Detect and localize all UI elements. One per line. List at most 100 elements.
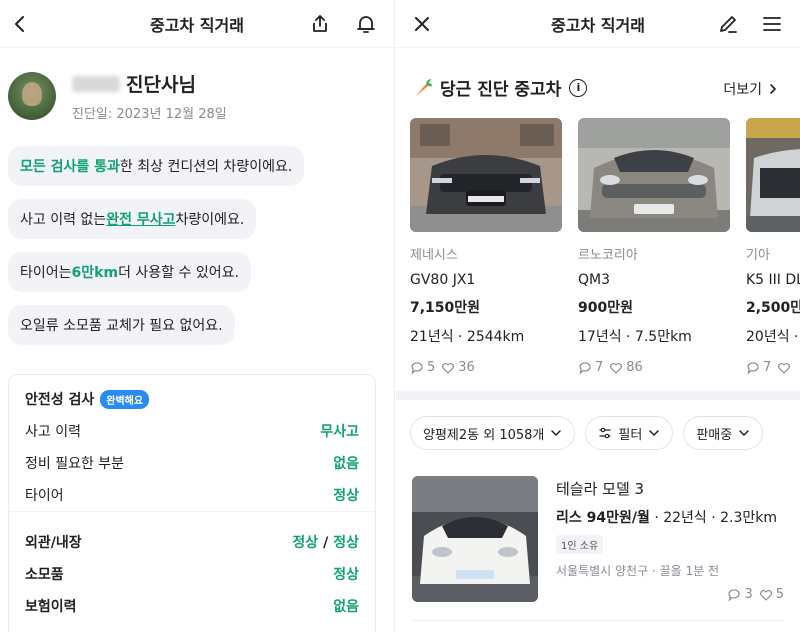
chevron-right-icon <box>770 84 776 94</box>
bubble-text: 한 최상 컨디션의 차량이에요. <box>119 159 293 175</box>
inspection-row: 타이어 정상 <box>25 484 359 506</box>
summary-bubble: 타이어는 6만km 더 사용할 수 있어요. <box>8 252 251 292</box>
row-value: 정상 <box>333 535 359 551</box>
divider <box>412 620 784 621</box>
chip-label: 양평제2동 외 1058개 <box>423 427 545 443</box>
car-brand: 르노코리아 <box>578 248 638 263</box>
car-stats: 7 86 <box>578 360 730 375</box>
close-icon[interactable] <box>408 10 436 38</box>
inspection-row: 외관/내장 정상 / 정상 <box>25 531 359 553</box>
row-value: 정상 <box>333 488 359 504</box>
menu-icon[interactable] <box>758 10 786 38</box>
car-price: 2,500만원 <box>746 300 800 316</box>
car-model: K5 III DL3 <box>746 272 800 288</box>
car-photo <box>410 118 562 232</box>
car-price: 7,150만원 <box>410 300 481 316</box>
car-brand: 기아 <box>746 248 770 263</box>
owner-tag: 1인 소유 <box>556 535 604 554</box>
summary-bubble: 모든 검사를 통과 한 최상 컨디션의 차량이에요. <box>8 146 305 186</box>
car-card[interactable]: 르노코리아 QM3 900만원 17년식 · 7.5만km 7 86 <box>578 118 730 375</box>
location-filter-chip[interactable]: 양평제2동 외 1058개 <box>410 416 576 450</box>
bell-icon[interactable] <box>352 10 380 38</box>
section-divider <box>396 391 800 400</box>
row-label: 사고 이력 <box>25 424 81 440</box>
right-header: 중고차 직거래 <box>396 0 800 48</box>
car-stats: 7 <box>746 360 800 375</box>
sliders-icon <box>599 427 612 439</box>
row-separator: / <box>323 535 329 551</box>
info-icon[interactable]: i <box>569 78 588 97</box>
list-item[interactable]: 테슬라 모델 3 리스 94만원/월 · 22년식 · 2.3만km 1인 소유… <box>412 476 800 606</box>
chip-label: 필터 <box>618 427 643 443</box>
bubble-highlight: 모든 검사를 통과 <box>20 159 120 175</box>
car-model: GV80 JX1 <box>410 272 476 288</box>
car-price: 900만원 <box>578 300 633 316</box>
chip-label: 판매중 <box>696 427 733 443</box>
inspection-date: 진단일: 2023년 12월 28일 <box>72 107 227 122</box>
chat-icon <box>411 361 423 375</box>
inspection-card: 안전성 검사 완벽해요 사고 이력 무사고 정비 필요한 부분 없음 타이어 정… <box>8 374 376 632</box>
car-spec: 17년식 · 7.5만km <box>578 329 692 345</box>
row-label: 소모품 <box>25 567 64 583</box>
inspector-profile: 진단사님 진단일: 2023년 12월 28일 <box>8 70 227 122</box>
car-photo <box>746 118 800 232</box>
row-value: 정상 <box>333 567 359 583</box>
inspection-card-header: 안전성 검사 완벽해요 <box>25 388 359 410</box>
chat-icon <box>728 588 740 602</box>
see-more-link[interactable]: 더보기 <box>723 79 780 99</box>
like-count: 36 <box>458 360 475 375</box>
bubble-text: 오일류 소모품 교체가 필요 없어요. <box>20 318 223 334</box>
inspection-row: 사고 이력 무사고 <box>25 420 359 442</box>
car-card[interactable]: 기아 K5 III DL3 2,500만원 20년식 · 4 7 <box>746 118 800 375</box>
car-brand: 제네시스 <box>410 248 458 263</box>
row-value: 없음 <box>333 456 359 472</box>
page-title: 중고차 직거래 <box>551 15 645 35</box>
page-title: 중고차 직거래 <box>150 15 244 35</box>
heart-icon <box>778 362 791 374</box>
chat-icon <box>579 361 591 375</box>
bubble-text: 사고 이력 없는 <box>20 212 107 228</box>
summary-bubble: 사고 이력 없는 완전 무사고 차량이에요. <box>8 199 257 239</box>
chevron-down-icon <box>739 430 749 436</box>
status-badge: 완벽해요 <box>100 389 150 409</box>
chevron-left-icon[interactable] <box>6 10 34 38</box>
divider <box>9 511 375 512</box>
car-model: QM3 <box>578 272 611 288</box>
inspector-name: 진단사님 <box>126 74 196 96</box>
share-icon[interactable] <box>306 10 334 38</box>
sale-status-chip[interactable]: 판매중 <box>683 416 764 450</box>
listing-stats: 3 5 <box>727 587 784 602</box>
carrot-icon <box>416 78 432 96</box>
avatar <box>8 72 56 120</box>
inspection-title: 안전성 검사 <box>25 392 95 408</box>
chevron-down-icon <box>649 430 660 436</box>
row-label: 보험이력 <box>25 599 77 615</box>
row-label: 타이어 <box>25 488 64 504</box>
row-value: 정상 <box>292 535 319 551</box>
blurred-name <box>72 75 120 92</box>
chevron-down-icon <box>551 430 562 436</box>
listing-location: 서울특별시 양천구 · 끌올 1분 전 <box>556 564 720 578</box>
like-count: 86 <box>626 360 643 375</box>
left-header: 중고차 직거래 <box>0 0 394 48</box>
summary-bubble: 오일류 소모품 교체가 필요 없어요. <box>8 305 235 345</box>
inspection-row: 소모품 정상 <box>25 563 359 585</box>
left-screen: 중고차 직거래 진단사님 진단일: 2023년 12월 28일 모든 검사를 통… <box>0 0 395 632</box>
listing-spec: · 22년식 · 2.3만km <box>649 510 778 526</box>
filter-bar: 양평제2동 외 1058개 필터 판매중 <box>410 416 773 450</box>
car-photo <box>412 476 538 602</box>
inspection-row: 정비 필요한 부분 없음 <box>25 452 359 474</box>
chat-count: 7 <box>763 360 772 375</box>
section-header: 당근 진단 중고차 i <box>412 75 588 100</box>
heart-icon <box>759 589 772 601</box>
bubble-link[interactable]: 완전 무사고 <box>106 209 175 229</box>
like-count: 5 <box>775 587 784 602</box>
row-value: 없음 <box>333 599 359 615</box>
chat-icon <box>747 361 759 375</box>
listing-price: 리스 94만원/월 <box>556 510 650 526</box>
car-card[interactable]: 제네시스 GV80 JX1 7,150만원 21년식 · 2544km 5 36 <box>410 118 562 375</box>
filter-chip[interactable]: 필터 <box>585 416 674 450</box>
pencil-icon[interactable] <box>714 10 742 38</box>
chat-count: 3 <box>744 587 753 602</box>
car-spec: 21년식 · 2544km <box>410 329 525 345</box>
